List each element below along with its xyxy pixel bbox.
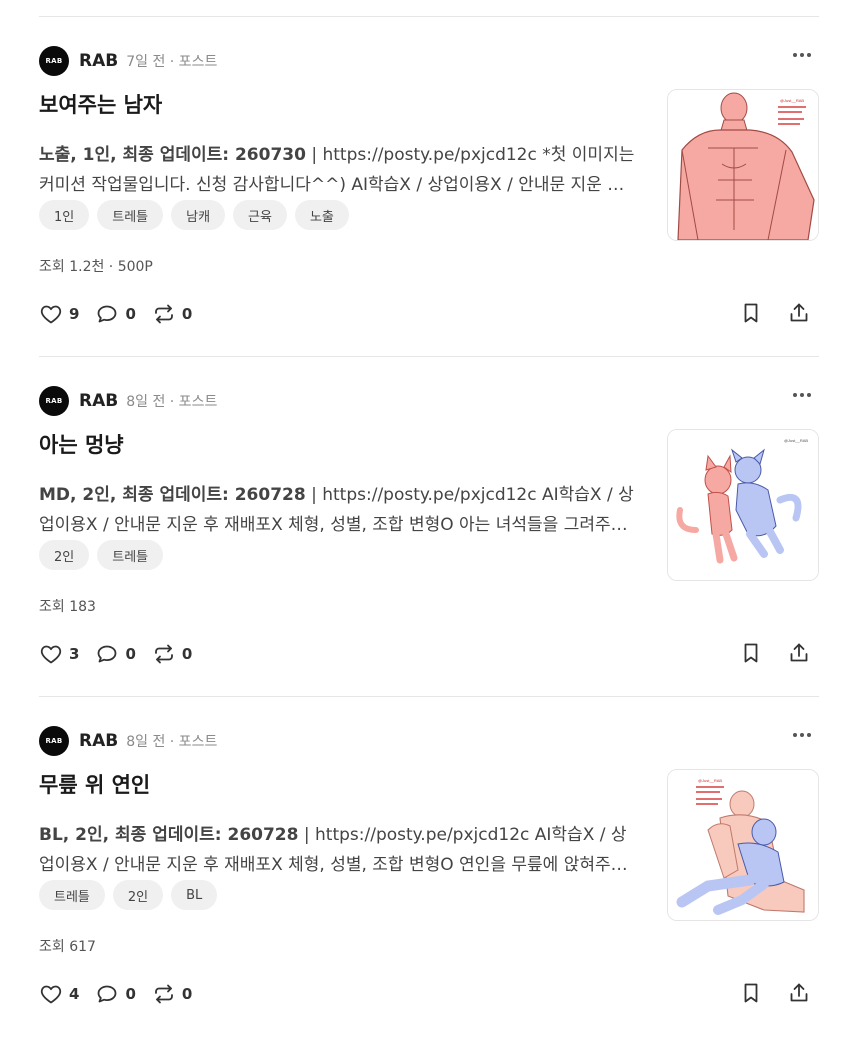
repost-count: 0 [181,305,193,323]
repost-button[interactable]: 0 [152,642,192,666]
post-title[interactable]: 아는 멍냥 [39,429,124,459]
comment-count: 0 [125,305,136,323]
tag-chip[interactable]: BL [171,880,218,910]
post-stats: 조회 183 [39,599,96,615]
tag-chip[interactable]: 노출 [294,200,349,230]
right-actions [739,301,811,329]
thumbnail-caption: @Just__RAB [780,98,804,103]
bookmark-icon[interactable] [739,981,763,1009]
post-meta: 8일 전 · 포스트 [126,734,218,750]
share-icon[interactable] [787,301,811,329]
post-meta: 8일 전 · 포스트 [126,394,218,410]
post-stats: 조회 1.2천 · 500P [39,259,153,275]
tag-chip[interactable]: 1인 [39,200,90,230]
repost-button[interactable]: 0 [152,982,192,1006]
post-card[interactable]: RAB RAB 8일 전 · 포스트 무릎 위 연인 BL, 2인, 최종 업데… [39,697,819,1037]
repost-icon [152,982,176,1006]
thumbnail-art-muscular-man: @Just__RAB [668,90,818,240]
tag-chip[interactable]: 근육 [233,200,287,230]
more-icon[interactable] [793,733,811,737]
repost-button[interactable]: 0 [152,302,192,326]
thumbnail-caption: @Just__RAB [784,438,808,443]
post-thumbnail[interactable]: @Just__RAB [667,89,819,241]
author-name[interactable]: RAB [79,51,118,71]
description-bold: MD, 2인, 최종 업데이트: 260728 [39,485,306,505]
more-icon[interactable] [793,53,811,57]
author-row[interactable]: RAB RAB 7일 전 · 포스트 [39,46,217,76]
tag-list: 2인 트레틀 [39,540,164,570]
heart-icon [39,642,63,666]
tag-chip[interactable]: 2인 [112,880,164,910]
right-actions [739,981,811,1009]
author-row[interactable]: RAB RAB 8일 전 · 포스트 [39,386,217,416]
thumbnail-art-lap-couple: @Just__RAB [668,770,818,920]
like-button[interactable]: 4 [39,982,79,1006]
avatar[interactable]: RAB [39,46,69,76]
avatar[interactable]: RAB [39,726,69,756]
author-name[interactable]: RAB [79,391,118,411]
repost-count: 0 [181,645,193,663]
tag-chip[interactable]: 트레틀 [97,540,164,570]
repost-icon [152,642,176,666]
heart-icon [39,302,63,326]
like-count: 4 [69,985,80,1003]
tag-chip[interactable]: 트레틀 [39,880,105,910]
like-button[interactable]: 3 [39,642,79,666]
tag-list: 1인 트레틀 남캐 근육 노출 [39,200,349,230]
more-icon[interactable] [793,393,811,397]
description-bold: 노출, 1인, 최종 업데이트: 260730 [39,145,306,165]
thumbnail-caption: @Just__RAB [698,778,722,783]
repost-icon [152,302,176,326]
avatar[interactable]: RAB [39,386,69,416]
bookmark-icon[interactable] [739,301,763,329]
post-card[interactable]: RAB RAB 8일 전 · 포스트 아는 멍냥 MD, 2인, 최종 업데이트… [39,357,819,697]
action-bar: 3 0 0 [39,641,819,667]
post-thumbnail[interactable]: @Just__RAB [667,769,819,921]
comment-icon [95,302,119,326]
post-title[interactable]: 보여주는 남자 [39,89,162,119]
comment-button[interactable]: 0 [95,642,136,666]
like-count: 9 [69,305,80,323]
action-bar: 4 0 0 [39,981,819,1007]
right-actions [739,641,811,669]
post-thumbnail[interactable]: @Just__RAB [667,429,819,581]
post-stats: 조회 617 [39,939,96,955]
comment-count: 0 [125,985,136,1003]
description-bold: BL, 2인, 최종 업데이트: 260728 [39,825,299,845]
post-title[interactable]: 무릎 위 연인 [39,769,150,799]
comment-button[interactable]: 0 [95,302,136,326]
comment-count: 0 [125,645,136,663]
comment-icon [95,982,119,1006]
share-icon[interactable] [787,641,811,669]
post-description[interactable]: BL, 2인, 최종 업데이트: 260728 | https://posty.… [39,820,639,880]
comment-button[interactable]: 0 [95,982,136,1006]
thumbnail-art-cat-dog-pair: @Just__RAB [668,430,818,580]
repost-count: 0 [181,985,193,1003]
tag-chip[interactable]: 트레틀 [97,200,164,230]
comment-icon [95,642,119,666]
tag-list: 트레틀 2인 BL [39,880,218,910]
bookmark-icon[interactable] [739,641,763,669]
like-count: 3 [69,645,80,663]
post-meta: 7일 전 · 포스트 [126,54,218,70]
author-name[interactable]: RAB [79,731,118,751]
heart-icon [39,982,63,1006]
post-feed: RAB RAB 7일 전 · 포스트 보여주는 남자 노출, 1인, 최종 업데… [39,0,819,1037]
author-row[interactable]: RAB RAB 8일 전 · 포스트 [39,726,217,756]
post-card[interactable]: RAB RAB 7일 전 · 포스트 보여주는 남자 노출, 1인, 최종 업데… [39,17,819,357]
action-bar: 9 0 0 [39,301,819,327]
tag-chip[interactable]: 2인 [39,540,90,570]
tag-chip[interactable]: 남캐 [171,200,226,230]
post-description[interactable]: MD, 2인, 최종 업데이트: 260728 | https://posty.… [39,480,639,540]
like-button[interactable]: 9 [39,302,79,326]
post-description[interactable]: 노출, 1인, 최종 업데이트: 260730 | https://posty.… [39,140,639,200]
share-icon[interactable] [787,981,811,1009]
